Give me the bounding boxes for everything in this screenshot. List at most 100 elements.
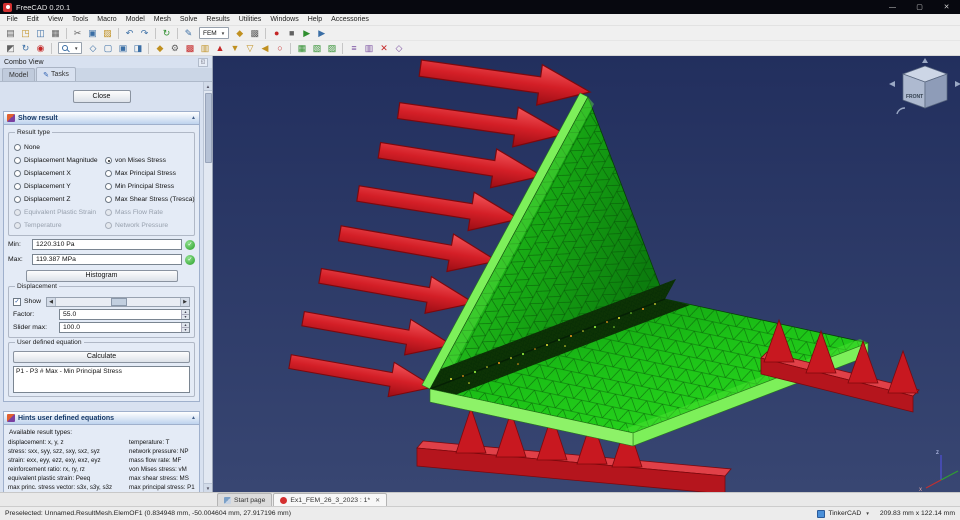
zoom-dropdown[interactable]: ▼ bbox=[58, 42, 83, 54]
menu-item[interactable]: Macro bbox=[93, 16, 121, 23]
fem-model[interactable] bbox=[421, 92, 870, 447]
mesh-group-icon[interactable]: ▨ bbox=[325, 42, 339, 55]
force-constraint-icon[interactable]: ▼ bbox=[228, 42, 242, 55]
separator[interactable] bbox=[51, 42, 52, 54]
result-type-option[interactable]: None bbox=[14, 141, 102, 154]
front-view-icon[interactable]: ▢ bbox=[101, 42, 115, 55]
menu-item[interactable]: Results bbox=[202, 16, 234, 23]
result-type-option[interactable]: Network Pressure bbox=[105, 219, 190, 232]
axonometric-view-icon[interactable]: ◇ bbox=[86, 42, 100, 55]
hints-header[interactable]: Hints user defined equations ▲ bbox=[4, 412, 199, 425]
tab-tasks[interactable]: ✎ Tasks bbox=[36, 67, 76, 81]
macro-stop-icon[interactable]: ■ bbox=[285, 27, 299, 40]
result-type-option[interactable]: Equivalent Plastic Strain bbox=[14, 206, 102, 219]
solver-icon[interactable]: ⚙ bbox=[168, 42, 182, 55]
analysis-container-icon[interactable]: ◆ bbox=[153, 42, 167, 55]
nav-up-arrow[interactable] bbox=[922, 58, 928, 63]
menu-item[interactable]: File bbox=[2, 16, 22, 23]
result-type-option[interactable]: Max Shear Stress (Tresca) bbox=[105, 193, 195, 206]
macro-play-icon[interactable]: ▶ bbox=[300, 27, 314, 40]
menu-item[interactable]: Utilities bbox=[234, 16, 266, 23]
slider-left-arrow[interactable]: ◀ bbox=[47, 297, 57, 306]
mesh-icon[interactable]: ▦ bbox=[295, 42, 309, 55]
displacement-constraint-icon[interactable]: ◀ bbox=[258, 42, 272, 55]
open-file-icon[interactable]: ◳ bbox=[19, 27, 33, 40]
cut-icon[interactable]: ✂ bbox=[71, 27, 85, 40]
separator[interactable] bbox=[290, 42, 292, 54]
max-value-field[interactable]: 119.387 MPa bbox=[32, 254, 182, 265]
scroll-down-arrow[interactable]: ▼ bbox=[203, 483, 212, 492]
nav-rotate-arrow[interactable] bbox=[896, 107, 906, 115]
scroll-up-arrow[interactable]: ▲ bbox=[203, 82, 212, 91]
separator[interactable] bbox=[118, 27, 119, 39]
menu-item[interactable]: Mesh bbox=[149, 16, 175, 23]
panel-scrollbar[interactable]: ▲ ▼ bbox=[203, 82, 212, 492]
save-icon[interactable]: ◫ bbox=[34, 27, 48, 40]
result-purge-icon[interactable]: ✕ bbox=[377, 42, 391, 55]
undo-icon[interactable]: ↶ bbox=[123, 27, 137, 40]
tab-start-page[interactable]: Start page bbox=[217, 493, 273, 506]
show-checkbox[interactable]: ✓ bbox=[13, 297, 21, 306]
equation-textarea[interactable]: P1 - P3 # Max - Min Principal Stress bbox=[13, 366, 190, 393]
navigation-style-selector[interactable]: TinkerCAD bbox=[828, 510, 861, 517]
displacement-slider[interactable]: ◀ ▶ bbox=[46, 296, 190, 307]
result-filter-icon[interactable]: ◇ bbox=[392, 42, 406, 55]
spin-arrows[interactable]: ▲ ▼ bbox=[181, 323, 189, 332]
refresh-view-icon[interactable]: ↻ bbox=[19, 42, 33, 55]
slider-max-spinbox[interactable]: 100.0 ▲ ▼ bbox=[59, 322, 190, 333]
tab-document[interactable]: Ex1_FEM_26_3_2023 : 1* ✕ bbox=[273, 493, 388, 506]
refresh-icon[interactable]: ↻ bbox=[160, 27, 174, 40]
separator[interactable] bbox=[155, 27, 156, 39]
float-panel-button[interactable]: ◱ bbox=[198, 57, 208, 67]
close-tab-button[interactable]: ✕ bbox=[375, 497, 380, 504]
copy-icon[interactable]: ▣ bbox=[86, 27, 100, 40]
menu-item[interactable]: Help bbox=[303, 16, 326, 23]
material-icon[interactable]: ▩ bbox=[183, 42, 197, 55]
tab-model[interactable]: Model bbox=[2, 68, 36, 81]
result-show-icon[interactable]: ≡ bbox=[347, 42, 361, 55]
result-type-option[interactable]: Temperature bbox=[14, 219, 102, 232]
paste-icon[interactable]: ▨ bbox=[101, 27, 115, 40]
menu-item[interactable]: Model bbox=[121, 16, 149, 23]
result-type-option[interactable]: Min Principal Stress bbox=[105, 180, 190, 193]
result-type-option[interactable]: Displacement Y bbox=[14, 180, 102, 193]
result-type-option[interactable]: Mass Flow Rate bbox=[105, 206, 190, 219]
menu-item[interactable]: Edit bbox=[22, 16, 43, 23]
close-window-button[interactable]: ✕ bbox=[933, 0, 960, 14]
fixed-constraint-icon[interactable]: ▲ bbox=[213, 42, 227, 55]
group-icon[interactable]: ▩ bbox=[248, 27, 262, 40]
mesh-region-icon[interactable]: ▧ bbox=[310, 42, 324, 55]
factor-spinbox[interactable]: 55.0 ▲ ▼ bbox=[59, 309, 190, 320]
menu-item[interactable]: Windows bbox=[266, 16, 303, 23]
nav-cube-front-label[interactable]: FRONT bbox=[906, 94, 923, 100]
slider-track[interactable] bbox=[56, 297, 180, 306]
result-type-option[interactable]: Max Principal Stress bbox=[105, 167, 190, 180]
menu-item[interactable]: Tools bbox=[67, 16, 92, 23]
result-type-option[interactable]: Displacement Magnitude bbox=[14, 154, 102, 167]
separator[interactable] bbox=[177, 27, 178, 39]
calculate-button[interactable]: Calculate bbox=[13, 351, 190, 363]
nav-left-arrow[interactable] bbox=[889, 81, 895, 87]
temperature-constraint-icon[interactable]: ○ bbox=[273, 42, 287, 55]
collapse-icon[interactable]: ▲ bbox=[191, 415, 196, 421]
macro-record-icon[interactable]: ● bbox=[270, 27, 284, 40]
result-type-option[interactable]: Displacement X bbox=[14, 167, 102, 180]
macro-debug-icon[interactable]: ▶ bbox=[315, 27, 329, 40]
top-view-icon[interactable]: ▣ bbox=[116, 42, 130, 55]
maximize-button[interactable]: ▢ bbox=[906, 0, 933, 14]
minimize-button[interactable]: — bbox=[879, 0, 906, 14]
nav-right-arrow[interactable] bbox=[955, 81, 960, 87]
fit-all-icon[interactable]: ◉ bbox=[34, 42, 48, 55]
fem-scene[interactable]: FRONT z y x bbox=[213, 56, 960, 492]
separator[interactable] bbox=[265, 27, 267, 39]
edit-mode-icon[interactable]: ✎ bbox=[182, 27, 196, 40]
result-type-option[interactable]: Displacement Z bbox=[14, 193, 102, 206]
workbench-selector[interactable]: FEM ▼ bbox=[199, 27, 230, 39]
scroll-thumb[interactable] bbox=[204, 93, 212, 163]
redo-icon[interactable]: ↷ bbox=[138, 27, 152, 40]
new-file-icon[interactable]: ▤ bbox=[4, 27, 18, 40]
separator[interactable] bbox=[148, 42, 150, 54]
min-value-field[interactable]: 1220.310 Pa bbox=[32, 239, 182, 250]
menu-item[interactable]: Accessories bbox=[327, 16, 374, 23]
beam-section-icon[interactable]: ▥ bbox=[198, 42, 212, 55]
